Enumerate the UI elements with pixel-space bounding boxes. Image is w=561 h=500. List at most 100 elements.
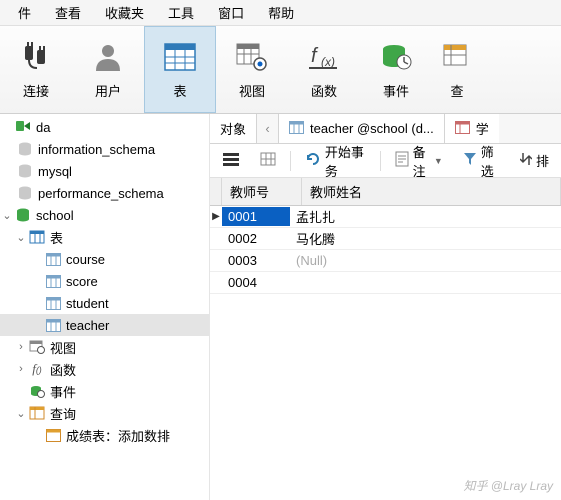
menu-favorites[interactable]: 收藏夹: [93, 0, 156, 25]
action-label: 筛选: [481, 142, 500, 180]
query-icon: [44, 426, 62, 444]
toolbar-user-button[interactable]: 用户: [72, 26, 144, 113]
tab-bar: 对象 ‹ teacher @school (d... 学: [210, 114, 561, 144]
connection-icon: [14, 118, 32, 136]
tree-db-information-schema[interactable]: information_schema: [0, 138, 209, 160]
tab-objects[interactable]: 对象: [210, 114, 257, 143]
svg-text:f: f: [311, 45, 319, 67]
filter-button[interactable]: 筛选: [457, 139, 506, 183]
action-label: 备注: [413, 142, 430, 180]
tree-label: performance_schema: [38, 186, 164, 201]
collapse-icon[interactable]: ⌄: [14, 231, 28, 244]
tree-label: 查询: [50, 404, 76, 423]
sort-icon: [520, 152, 532, 169]
expand-icon[interactable]: ›: [14, 363, 28, 375]
table-icon: [162, 39, 198, 75]
user-icon: [90, 39, 126, 75]
menu-help[interactable]: 帮助: [256, 0, 306, 25]
menu-bar: 件 查看 收藏夹 工具 窗口 帮助: [0, 0, 561, 26]
toolbar-view-button[interactable]: 视图: [216, 26, 288, 113]
cell-teacher-id[interactable]: 0003: [222, 251, 290, 270]
cell-teacher-id[interactable]: 0001: [222, 207, 290, 226]
toolbar-event-button[interactable]: 事件: [360, 26, 432, 113]
tree-table-teacher[interactable]: teacher: [0, 314, 209, 336]
view-mode-list-button[interactable]: [216, 149, 246, 172]
tree-tables-folder[interactable]: ⌄ 表: [0, 226, 209, 248]
database-icon: [16, 162, 34, 180]
toolbar-view-label: 视图: [239, 81, 265, 100]
begin-transaction-button[interactable]: 开始事务: [299, 139, 372, 183]
tree-functions-folder[interactable]: › f() 函数: [0, 358, 209, 380]
cell-teacher-id[interactable]: 0004: [222, 273, 290, 292]
tree-db-school[interactable]: ⌄ school: [0, 204, 209, 226]
toolbar-table-button[interactable]: 表: [144, 26, 216, 113]
query-group-icon: [28, 404, 46, 422]
grid-row[interactable]: 0003 (Null): [210, 250, 561, 272]
content-area: 对象 ‹ teacher @school (d... 学 开始事务 备注: [210, 114, 561, 500]
cell-teacher-name[interactable]: [290, 281, 561, 285]
database-icon: [16, 184, 34, 202]
main-toolbar: 连接 用户 表 视图 f(x) 函数 事件 查: [0, 26, 561, 114]
function-group-icon: f(): [28, 360, 46, 378]
grid-row[interactable]: ▶ 0001 孟扎扎: [210, 206, 561, 228]
table-icon: [44, 250, 62, 268]
toolbar-function-button[interactable]: f(x) 函数: [288, 26, 360, 113]
collapse-icon[interactable]: ⌄: [0, 209, 14, 222]
menu-file[interactable]: 件: [6, 0, 43, 25]
tree-label: 函数: [50, 360, 76, 379]
tree-connection-da[interactable]: da: [0, 116, 209, 138]
tree-db-performance-schema[interactable]: performance_schema: [0, 182, 209, 204]
column-header-teacher-id[interactable]: 教师号: [222, 178, 302, 205]
tree-label: 成绩表：添加数排: [66, 426, 170, 445]
collapse-icon[interactable]: ⌄: [14, 407, 28, 420]
tab-nav-left-button[interactable]: ‹: [257, 114, 279, 143]
expand-icon[interactable]: ›: [14, 341, 28, 353]
tree-label: 视图: [50, 338, 76, 357]
tree-label: information_schema: [38, 142, 155, 157]
filter-icon: [463, 152, 477, 169]
toolbar-query-button[interactable]: 查: [432, 26, 482, 113]
toolbar-connect-button[interactable]: 连接: [0, 26, 72, 113]
cell-teacher-name[interactable]: (Null): [290, 251, 561, 270]
table-icon: [44, 294, 62, 312]
tree-label: teacher: [66, 318, 109, 333]
tree-db-mysql[interactable]: mysql: [0, 160, 209, 182]
table-icon: [289, 121, 304, 137]
tab-label: 学: [476, 119, 489, 138]
plug-icon: [18, 39, 54, 75]
tree-table-student[interactable]: student: [0, 292, 209, 314]
tree-views-folder[interactable]: › 视图: [0, 336, 209, 358]
menu-window[interactable]: 窗口: [206, 0, 256, 25]
menu-view[interactable]: 查看: [43, 0, 93, 25]
menu-tools[interactable]: 工具: [156, 0, 206, 25]
toolbar-event-label: 事件: [383, 81, 409, 100]
column-header-teacher-name[interactable]: 教师姓名: [302, 178, 561, 205]
tree-label: student: [66, 296, 109, 311]
tree-table-score[interactable]: score: [0, 270, 209, 292]
action-bar: 开始事务 备注 ▼ 筛选 排: [210, 144, 561, 178]
memo-button[interactable]: 备注 ▼: [389, 139, 449, 183]
view-mode-grid-button[interactable]: [254, 149, 282, 172]
grid-row[interactable]: 0002 马化腾: [210, 228, 561, 250]
tree-label: score: [66, 274, 98, 289]
sort-button[interactable]: 排: [514, 148, 555, 173]
grid-row[interactable]: 0004: [210, 272, 561, 294]
tree-table-course[interactable]: course: [0, 248, 209, 270]
tree-events-folder[interactable]: 事件: [0, 380, 209, 402]
row-marker-icon: ▶: [210, 211, 222, 222]
cell-teacher-id[interactable]: 0002: [222, 229, 290, 248]
action-label: 开始事务: [325, 142, 366, 180]
database-open-icon: [14, 206, 32, 224]
database-icon: [16, 140, 34, 158]
event-group-icon: [28, 382, 46, 400]
note-icon: [395, 151, 409, 170]
connection-tree: da information_schema mysql performance_…: [0, 114, 210, 500]
event-icon: [378, 39, 414, 75]
tree-queries-folder[interactable]: ⌄ 查询: [0, 402, 209, 424]
data-grid: 教师号 教师姓名 ▶ 0001 孟扎扎 0002 马化腾 0003 (Null)…: [210, 178, 561, 294]
chevron-left-icon: ‹: [265, 121, 269, 136]
chevron-down-icon: ▼: [434, 156, 443, 166]
cell-teacher-name[interactable]: 马化腾: [290, 227, 561, 250]
tree-query-item[interactable]: 成绩表：添加数排: [0, 424, 209, 446]
cell-teacher-name[interactable]: 孟扎扎: [290, 205, 561, 228]
